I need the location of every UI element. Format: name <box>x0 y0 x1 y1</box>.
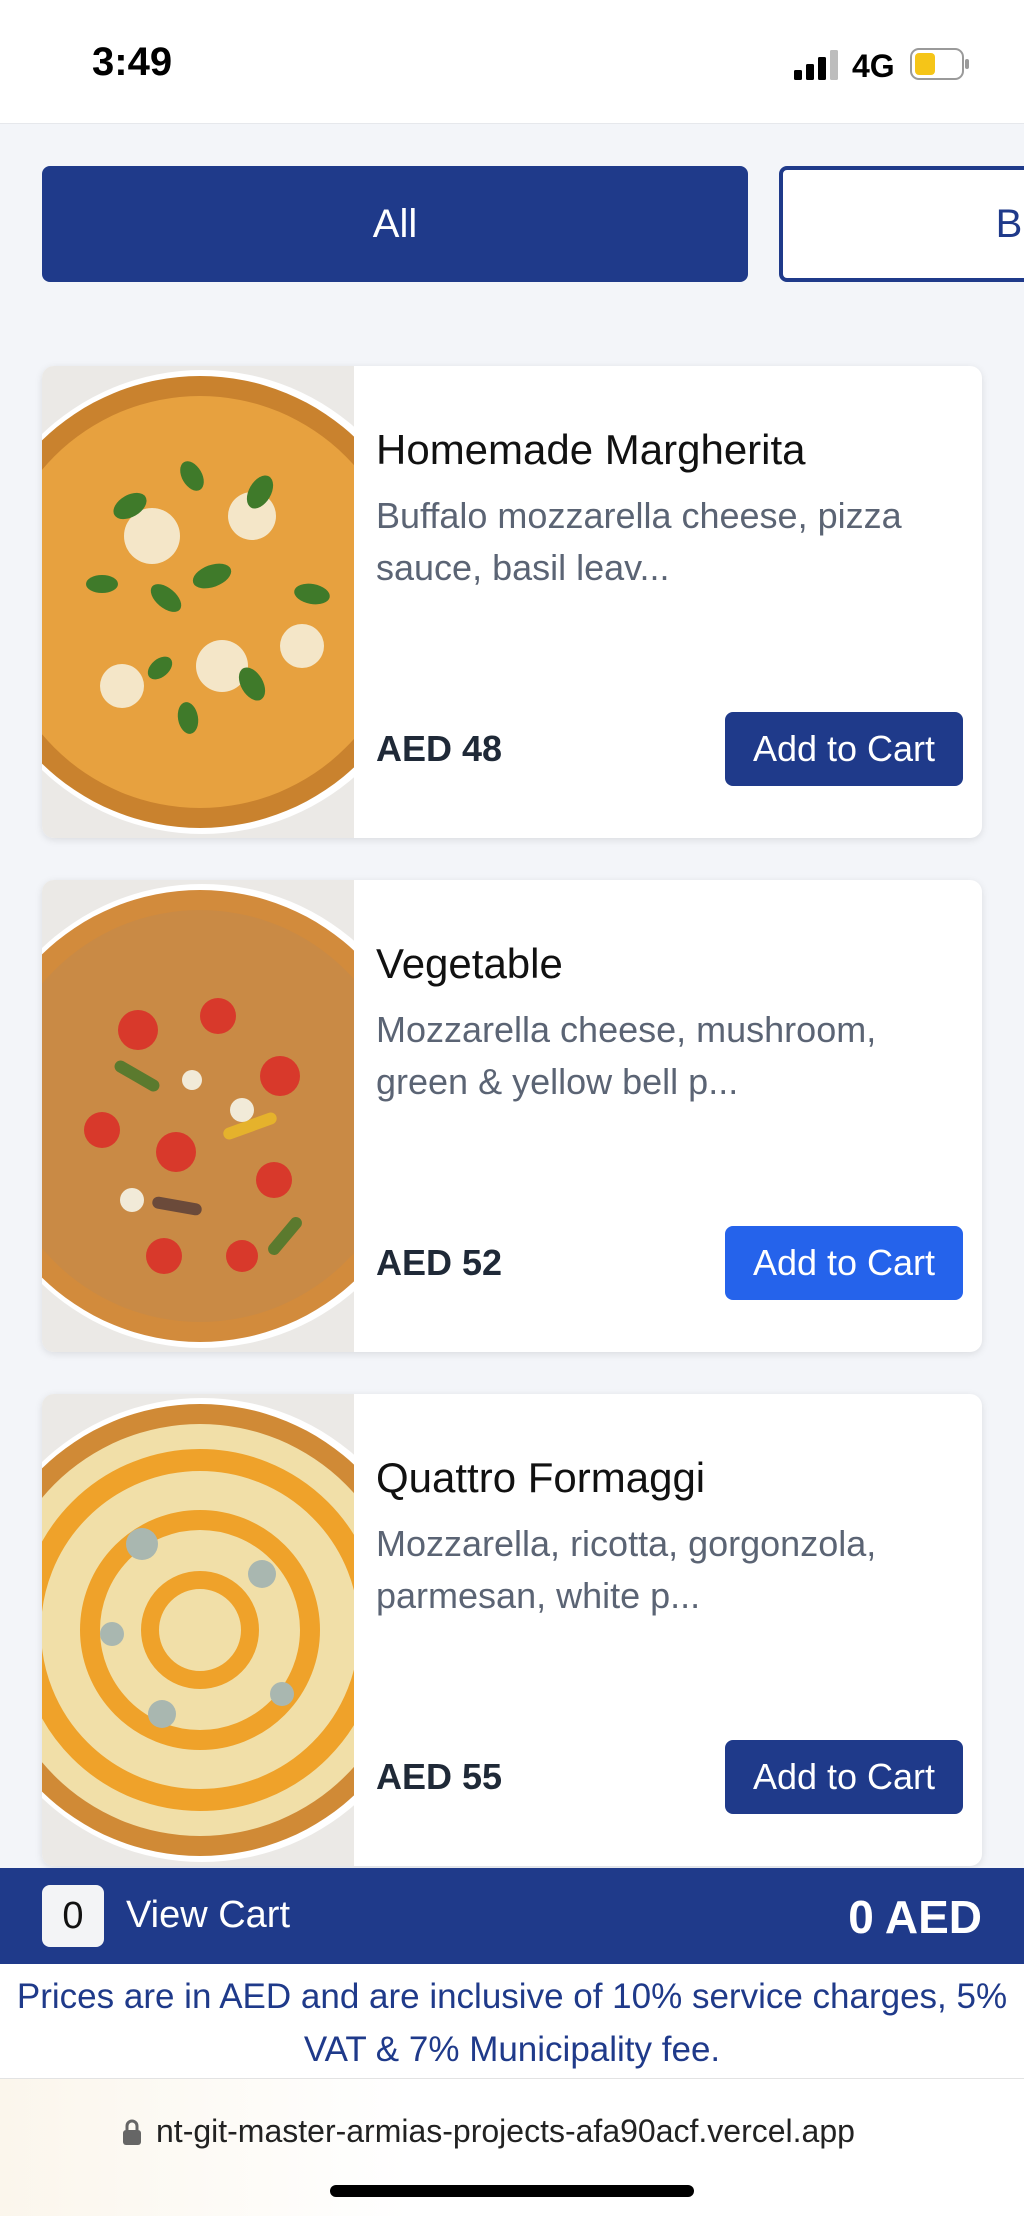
category-tabs: All B <box>0 166 1024 282</box>
pricing-notice: Prices are in AED and are inclusive of 1… <box>0 1964 1024 2078</box>
add-to-cart-button[interactable]: Add to Cart <box>725 1226 963 1300</box>
battery-icon <box>910 48 969 80</box>
product-card-quattro-formaggi: Quattro Formaggi Mozzarella, ricotta, go… <box>42 1394 982 1866</box>
product-card-margherita: Homemade Margherita Buffalo mozzarella c… <box>42 366 982 838</box>
cellular-signal-icon <box>794 50 838 80</box>
product-image <box>42 1394 354 1866</box>
product-name: Homemade Margherita <box>376 426 806 473</box>
status-bar: 3:49 4G <box>0 0 1024 124</box>
product-image <box>42 880 354 1352</box>
home-indicator <box>330 2185 694 2197</box>
add-to-cart-button[interactable]: Add to Cart <box>725 1740 963 1814</box>
product-price: AED 55 <box>376 1756 503 1797</box>
status-time: 3:49 <box>92 40 173 84</box>
quattro-formaggi-pizza-image <box>42 1398 354 1862</box>
product-name: Quattro Formaggi <box>376 1454 706 1501</box>
cart-count-badge: 0 <box>42 1885 104 1947</box>
tab-all[interactable]: All <box>42 166 748 282</box>
view-cart-bar[interactable]: 0 View Cart 0 AED <box>0 1868 1024 1964</box>
product-card-vegetable: Vegetable Mozzarella cheese, mushroom, g… <box>42 880 982 1352</box>
product-price: AED 48 <box>376 728 503 769</box>
product-description: Buffalo mozzarella cheese, pizza sauce, … <box>376 495 902 588</box>
vegetable-pizza-image <box>42 884 354 1348</box>
product-price: AED 52 <box>376 1242 503 1283</box>
product-name: Vegetable <box>376 940 563 987</box>
margherita-pizza-image <box>42 370 354 834</box>
network-type: 4G <box>852 48 895 84</box>
cart-total: 0 AED <box>848 1891 982 1943</box>
tab-second-category[interactable]: B <box>779 166 1024 282</box>
add-to-cart-button[interactable]: Add to Cart <box>725 712 963 786</box>
product-description: Mozzarella cheese, mushroom, green & yel… <box>376 1009 877 1102</box>
product-description: Mozzarella, ricotta, gorgonzola, parmesa… <box>376 1523 877 1616</box>
view-cart-label: View Cart <box>126 1894 291 1936</box>
lock-icon <box>123 2119 141 2145</box>
product-image <box>42 366 354 838</box>
url-text[interactable]: nt-git-master-armias-projects-afa90acf.v… <box>156 2113 855 2150</box>
browser-url-bar[interactable]: nt-git-master-armias-projects-afa90acf.v… <box>0 2078 1024 2216</box>
